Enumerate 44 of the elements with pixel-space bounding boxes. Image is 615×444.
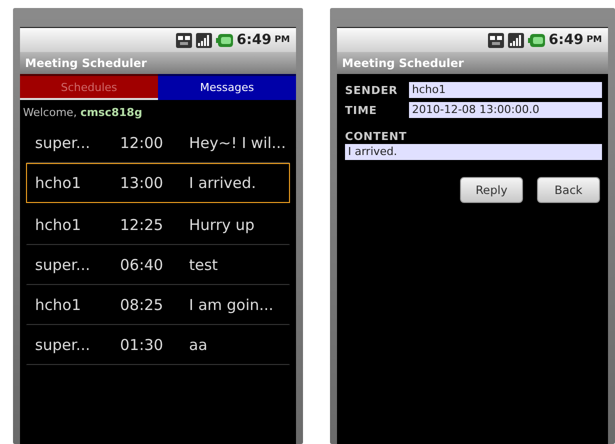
- content-value: I arrived.: [345, 144, 602, 160]
- clock-time: 6:49: [548, 32, 584, 48]
- field-value: 2010-12-08 13:00:00.0: [409, 102, 602, 118]
- message-text: test: [189, 256, 219, 274]
- sender-text: super...: [34, 134, 92, 152]
- tab[interactable]: Messages: [158, 74, 296, 100]
- message-text: I arrived.: [189, 174, 258, 192]
- field-label: TIME: [345, 104, 378, 116]
- message-row[interactable]: hcho1 08:25 I am goin...: [26, 285, 290, 325]
- message-text: aa: [189, 336, 208, 354]
- sender-text: hcho1: [34, 296, 82, 314]
- message-row[interactable]: super... 01:30 aa: [26, 325, 290, 365]
- action-button[interactable]: Back: [537, 177, 600, 203]
- app-title-bar: Meeting Scheduler: [337, 52, 608, 74]
- field-label: CONTENT: [345, 130, 408, 143]
- battery-icon: [528, 34, 545, 46]
- welcome-text: Welcome, cmsc818g: [22, 105, 144, 121]
- message-row[interactable]: super... 12:00 Hey~! I wil...: [26, 123, 290, 163]
- message-row[interactable]: hcho1 13:00 I arrived.: [26, 163, 290, 203]
- time-text: 06:40: [120, 256, 164, 274]
- message-row[interactable]: super... 06:40 test: [26, 245, 290, 285]
- clock-ampm: PM: [274, 35, 290, 45]
- time-text: 01:30: [120, 336, 164, 354]
- clock-time: 6:49: [236, 32, 272, 48]
- app-title-bar: Meeting Scheduler: [20, 52, 296, 74]
- time-text: 08:25: [120, 296, 164, 314]
- time-text: 13:00: [120, 174, 164, 192]
- sender-text: super...: [34, 256, 92, 274]
- field-value: hcho1: [409, 82, 602, 98]
- signal-icon: [508, 32, 524, 48]
- message-text: I am goin...: [189, 296, 274, 314]
- clock-ampm: PM: [586, 35, 602, 45]
- field-label: SENDER: [345, 84, 399, 96]
- message-text: Hey~! I wil...: [189, 134, 287, 152]
- time-text: 12:00: [120, 134, 164, 152]
- time-text: 12:25: [120, 216, 164, 234]
- message-text: Hurry up: [189, 216, 256, 234]
- action-button[interactable]: Reply: [460, 177, 523, 203]
- sender-text: hcho1: [34, 216, 82, 234]
- battery-icon: [216, 34, 233, 46]
- sender-text: hcho1: [34, 174, 82, 192]
- message-row[interactable]: hcho1 12:25 Hurry up: [26, 205, 290, 245]
- sender-text: super...: [34, 336, 92, 354]
- signal-icon: [196, 32, 212, 48]
